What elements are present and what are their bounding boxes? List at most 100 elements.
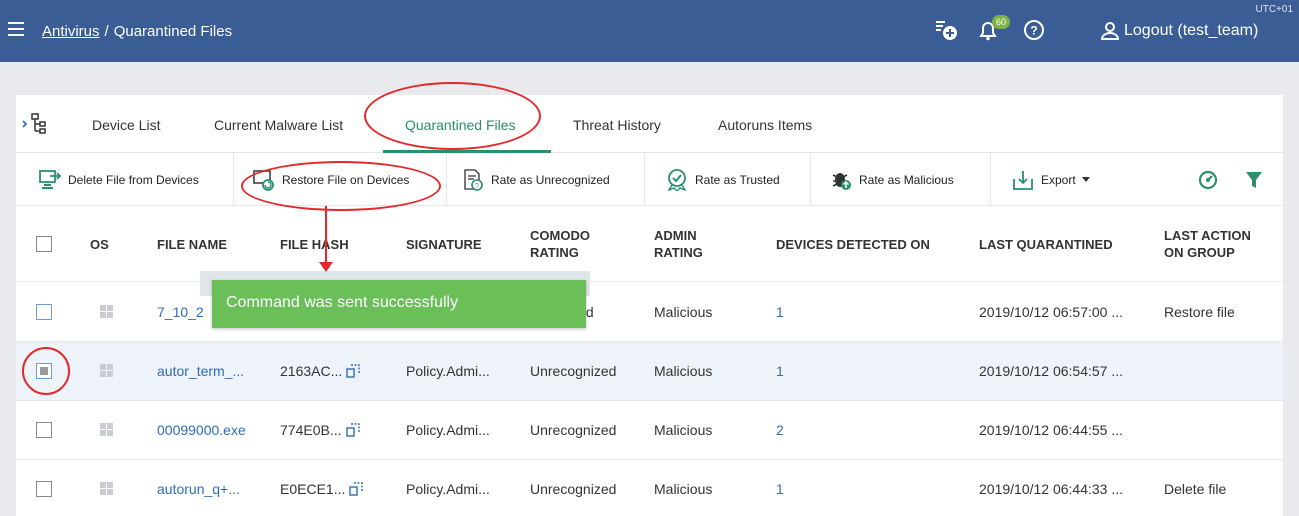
device-tree-toggle-icon[interactable] bbox=[20, 111, 50, 135]
devices-count-link[interactable]: 1 bbox=[776, 304, 784, 320]
rate-malicious-label: Rate as Malicious bbox=[859, 172, 954, 187]
tab-autoruns-items[interactable]: Autoruns Items bbox=[718, 117, 812, 133]
row-checkbox[interactable] bbox=[36, 422, 52, 438]
col-file-hash[interactable]: FILE HASH bbox=[280, 236, 349, 253]
export-icon bbox=[1013, 170, 1033, 190]
col-file-name[interactable]: FILE NAME bbox=[157, 236, 227, 253]
table-row[interactable]: 00099000.exe 774E0B... Policy.Admi... Un… bbox=[16, 401, 1283, 460]
last-action: Restore file bbox=[1164, 304, 1235, 320]
tab-bar: Device List Current Malware List Quarant… bbox=[16, 95, 1283, 153]
filter-icon[interactable] bbox=[1244, 170, 1264, 190]
breadcrumb-antivirus-link[interactable]: Antivirus bbox=[42, 23, 100, 40]
main-panel: Device List Current Malware List Quarant… bbox=[16, 95, 1283, 516]
file-name-link[interactable]: autor_term_... bbox=[157, 363, 244, 379]
logout-button[interactable]: Logout (test_team) bbox=[1100, 21, 1258, 41]
copy-icon[interactable] bbox=[345, 423, 360, 437]
tab-threat-history[interactable]: Threat History bbox=[573, 117, 661, 133]
col-devices-detected-on[interactable]: DEVICES DETECTED ON bbox=[776, 236, 930, 253]
add-device-icon[interactable] bbox=[935, 18, 959, 42]
rate-malicious-button[interactable]: Rate as Malicious bbox=[811, 153, 991, 206]
last-quarantined: 2019/10/12 06:44:33 ... bbox=[979, 481, 1124, 497]
last-quarantined: 2019/10/12 06:57:00 ... bbox=[979, 304, 1124, 320]
windows-os-icon bbox=[100, 482, 114, 496]
row-checkbox[interactable] bbox=[36, 481, 52, 497]
notification-badge: 60 bbox=[992, 15, 1010, 29]
trusted-badge-icon bbox=[667, 168, 687, 191]
admin-rating: Malicious bbox=[654, 481, 713, 497]
devices-count-link[interactable]: 1 bbox=[776, 363, 784, 379]
col-last-action-line2: ON GROUP bbox=[1164, 245, 1235, 260]
table-row[interactable]: autor_term_... 2163AC... Policy.Admi... … bbox=[16, 342, 1283, 401]
export-dropdown-button[interactable]: Export bbox=[991, 153, 1121, 206]
col-os[interactable]: OS bbox=[90, 236, 109, 253]
col-comodo-rating-line2: RATING bbox=[530, 245, 579, 260]
rate-trusted-label: Rate as Trusted bbox=[695, 172, 780, 187]
svg-text:?: ? bbox=[475, 183, 479, 190]
action-toolbar: Delete File from Devices Restore File on… bbox=[16, 153, 1283, 206]
last-quarantined: 2019/10/12 06:54:57 ... bbox=[979, 363, 1124, 379]
admin-rating: Malicious bbox=[654, 363, 713, 379]
unrecognized-file-icon: ? bbox=[464, 168, 483, 191]
last-action: Delete file bbox=[1164, 481, 1227, 497]
last-quarantined: 2019/10/12 06:44:55 ... bbox=[979, 422, 1124, 438]
copy-icon[interactable] bbox=[349, 482, 364, 496]
tab-quarantined-files[interactable]: Quarantined Files bbox=[405, 117, 516, 133]
admin-rating: Malicious bbox=[654, 304, 713, 320]
signature: Policy.Admi... bbox=[406, 481, 490, 497]
file-hash-value: E0ECE1... bbox=[280, 481, 346, 497]
file-name-link[interactable]: 7_10_2 bbox=[157, 304, 204, 320]
comodo-rating: Unrecognized bbox=[530, 481, 617, 497]
malicious-bug-icon bbox=[832, 172, 851, 190]
file-hash: E0ECE1... bbox=[280, 481, 364, 497]
col-admin-rating-line2: RATING bbox=[654, 245, 703, 260]
file-hash: 774E0B... bbox=[280, 422, 360, 438]
select-all-checkbox[interactable] bbox=[36, 236, 52, 252]
comodo-rating: Unrecognized bbox=[530, 422, 617, 438]
signature: Policy.Admi... bbox=[406, 363, 490, 379]
annotation-arrow-line bbox=[325, 206, 327, 264]
file-hash-value: 774E0B... bbox=[280, 422, 342, 438]
help-icon[interactable]: ? bbox=[1022, 18, 1046, 42]
restore-file-button[interactable]: Restore File on Devices bbox=[234, 153, 447, 206]
logout-label: Logout (test_team) bbox=[1124, 22, 1259, 39]
signature: Policy.Admi... bbox=[406, 422, 490, 438]
col-last-action-on-group[interactable]: LAST ACTION ON GROUP bbox=[1164, 227, 1251, 261]
top-bar: Antivirus / Quarantined Files UTC+01 60 ? … bbox=[0, 0, 1299, 62]
row-checkbox[interactable] bbox=[36, 363, 52, 379]
col-last-action-line1: LAST ACTION bbox=[1164, 228, 1251, 243]
windows-os-icon bbox=[100, 423, 114, 437]
breadcrumb-current: Quarantined Files bbox=[113, 23, 233, 40]
restore-file-label: Restore File on Devices bbox=[282, 172, 410, 187]
file-hash: 2163AC... bbox=[280, 363, 360, 379]
menu-icon[interactable] bbox=[8, 22, 24, 36]
success-toast: Command was sent successfully bbox=[212, 280, 586, 328]
col-signature[interactable]: SIGNATURE bbox=[406, 236, 482, 253]
delete-file-label: Delete File from Devices bbox=[68, 172, 199, 187]
delete-file-button[interactable]: Delete File from Devices bbox=[16, 153, 234, 206]
caret-down-icon bbox=[1081, 176, 1090, 182]
windows-os-icon bbox=[100, 305, 114, 319]
table-row[interactable]: autorun_q+... E0ECE1... Policy.Admi... U… bbox=[16, 460, 1283, 516]
file-name-link[interactable]: 00099000.exe bbox=[157, 422, 246, 438]
rate-unrecognized-button[interactable]: ? Rate as Unrecognized bbox=[447, 153, 645, 206]
col-comodo-rating[interactable]: COMODO RATING bbox=[530, 227, 590, 261]
col-admin-rating[interactable]: ADMIN RATING bbox=[654, 227, 703, 261]
restore-device-icon bbox=[253, 169, 274, 191]
file-name-link[interactable]: autorun_q+... bbox=[157, 481, 240, 497]
col-last-quarantined[interactable]: LAST QUARANTINED bbox=[979, 236, 1113, 253]
comodo-rating: Unrecognized bbox=[530, 363, 617, 379]
devices-count-link[interactable]: 1 bbox=[776, 481, 784, 497]
tab-device-list[interactable]: Device List bbox=[92, 117, 160, 133]
row-checkbox[interactable] bbox=[36, 304, 52, 320]
refresh-gauge-icon[interactable] bbox=[1198, 170, 1218, 190]
copy-icon[interactable] bbox=[346, 364, 360, 378]
tab-current-malware-list[interactable]: Current Malware List bbox=[214, 117, 343, 133]
svg-text:?: ? bbox=[1030, 24, 1037, 38]
rate-unrecognized-label: Rate as Unrecognized bbox=[491, 172, 610, 187]
breadcrumb-separator: / bbox=[104, 23, 109, 40]
delete-device-icon bbox=[39, 169, 62, 189]
rate-trusted-button[interactable]: Rate as Trusted bbox=[645, 153, 811, 206]
admin-rating: Malicious bbox=[654, 422, 713, 438]
export-label: Export bbox=[1041, 172, 1076, 187]
devices-count-link[interactable]: 2 bbox=[776, 422, 784, 438]
